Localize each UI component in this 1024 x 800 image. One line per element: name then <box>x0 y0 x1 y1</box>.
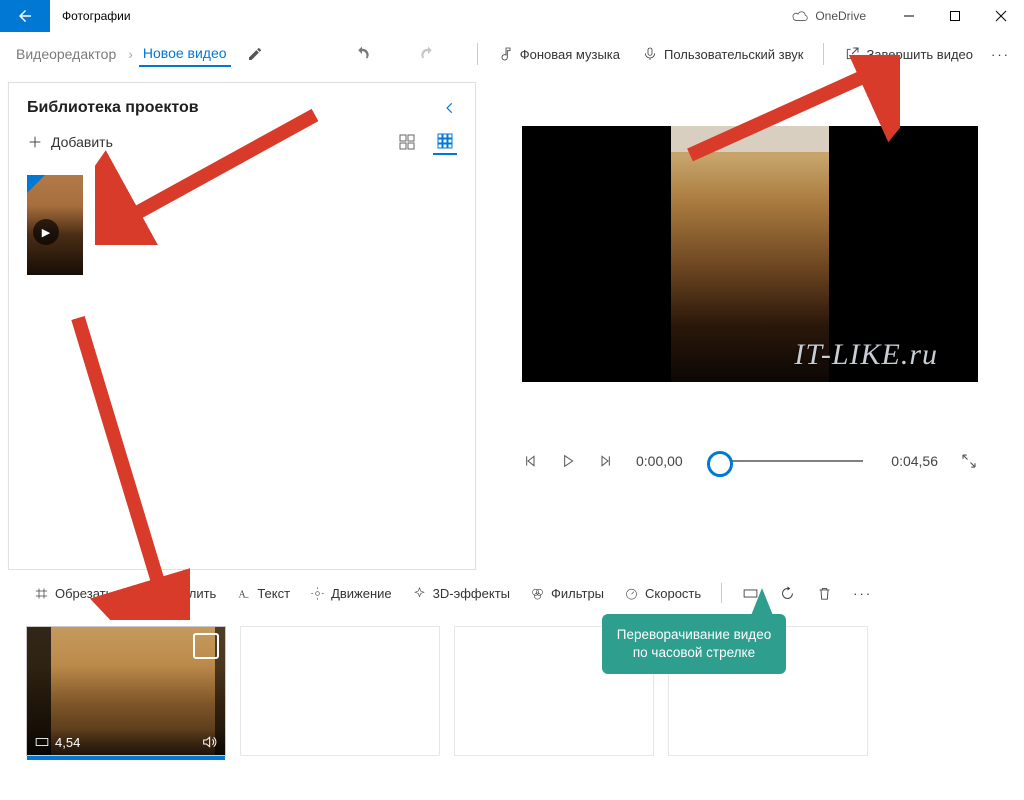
next-frame-button[interactable] <box>598 453 614 469</box>
plus-icon <box>27 134 43 150</box>
maximize-button[interactable] <box>932 0 978 32</box>
grid-small-toggle[interactable] <box>433 129 457 155</box>
library-collapse-button[interactable] <box>443 101 457 115</box>
undo-icon <box>353 45 371 63</box>
grid-2x2-icon <box>399 134 415 150</box>
background-music-button[interactable]: Фоновая музыка <box>490 41 628 67</box>
motion-button[interactable]: Движение <box>302 581 400 606</box>
selected-corner-icon <box>27 175 45 193</box>
undo-button[interactable] <box>345 40 379 68</box>
3d-effects-button[interactable]: 3D-эффекты <box>404 581 518 606</box>
onedrive-status[interactable]: OneDrive <box>791 9 866 23</box>
volume-icon[interactable] <box>201 734 217 750</box>
chevron-right-icon: › <box>128 46 133 62</box>
fullscreen-button[interactable] <box>960 452 978 470</box>
pencil-icon <box>247 46 263 62</box>
clip-duration: 4,54 <box>55 735 80 750</box>
video-icon <box>35 736 49 748</box>
svg-text:A: A <box>239 589 247 600</box>
player-controls: 0:00,00 0:04,56 <box>522 452 978 470</box>
mic-icon <box>642 46 658 62</box>
rename-button[interactable] <box>247 46 263 62</box>
back-button[interactable] <box>0 0 50 32</box>
delete-button[interactable] <box>808 580 841 607</box>
redo-button[interactable] <box>411 40 445 68</box>
slider-thumb[interactable] <box>707 451 733 477</box>
motion-icon <box>310 586 325 601</box>
rotate-callout: Переворачивание видео по часовой стрелке <box>602 614 786 674</box>
close-button[interactable] <box>978 0 1024 32</box>
cloud-icon <box>791 10 809 22</box>
watermark-text: IT-LIKE.ru <box>794 338 938 372</box>
previous-frame-button[interactable] <box>522 453 538 469</box>
text-button[interactable]: AТекст <box>228 581 298 606</box>
grid-3x3-icon <box>437 133 453 149</box>
storyboard-placeholder[interactable] <box>240 626 440 756</box>
trim-icon <box>34 586 49 601</box>
filters-button[interactable]: Фильтры <box>522 581 612 606</box>
rotate-button[interactable] <box>771 580 804 607</box>
music-icon <box>498 46 514 62</box>
annotation-arrow <box>680 55 900 165</box>
play-icon <box>560 453 576 469</box>
library-media-item[interactable]: ▶ <box>27 175 83 275</box>
onedrive-label: OneDrive <box>815 9 866 23</box>
speed-icon <box>624 586 639 601</box>
play-button[interactable] <box>560 453 576 469</box>
redo-icon <box>419 45 437 63</box>
time-total: 0:04,56 <box>891 453 938 469</box>
text-icon: A <box>236 586 251 601</box>
grid-large-toggle[interactable] <box>395 130 419 154</box>
clip-checkbox[interactable] <box>193 633 219 659</box>
storyboard: 4,54 Переворачивание видео по часовой ст… <box>0 616 1024 766</box>
clip-more-button[interactable]: ··· <box>845 581 880 606</box>
filters-icon <box>530 586 545 601</box>
app-title: Фотографии <box>50 9 143 23</box>
speed-button[interactable]: Скорость <box>616 581 709 606</box>
step-forward-icon <box>598 453 614 469</box>
breadcrumb-editor[interactable]: Видеоредактор <box>10 42 122 66</box>
expand-icon <box>960 452 978 470</box>
play-icon: ▶ <box>33 219 59 245</box>
chevron-left-icon <box>443 101 457 115</box>
time-current: 0:00,00 <box>636 453 683 469</box>
step-back-icon <box>522 453 538 469</box>
trash-icon <box>816 585 833 602</box>
arrow-left-icon <box>16 7 34 25</box>
annotation-arrow <box>60 310 190 620</box>
more-menu-button[interactable]: ··· <box>987 42 1014 67</box>
clip-progress <box>27 756 225 760</box>
window-controls <box>886 0 1024 32</box>
annotation-arrow <box>95 105 325 245</box>
title-bar: Фотографии OneDrive <box>0 0 1024 32</box>
rotate-icon <box>779 585 796 602</box>
storyboard-clip[interactable]: 4,54 <box>26 626 226 756</box>
sparkle-icon <box>412 586 427 601</box>
seek-slider[interactable] <box>711 460 864 462</box>
breadcrumb-new-video[interactable]: Новое видео <box>139 41 231 67</box>
minimize-button[interactable] <box>886 0 932 32</box>
